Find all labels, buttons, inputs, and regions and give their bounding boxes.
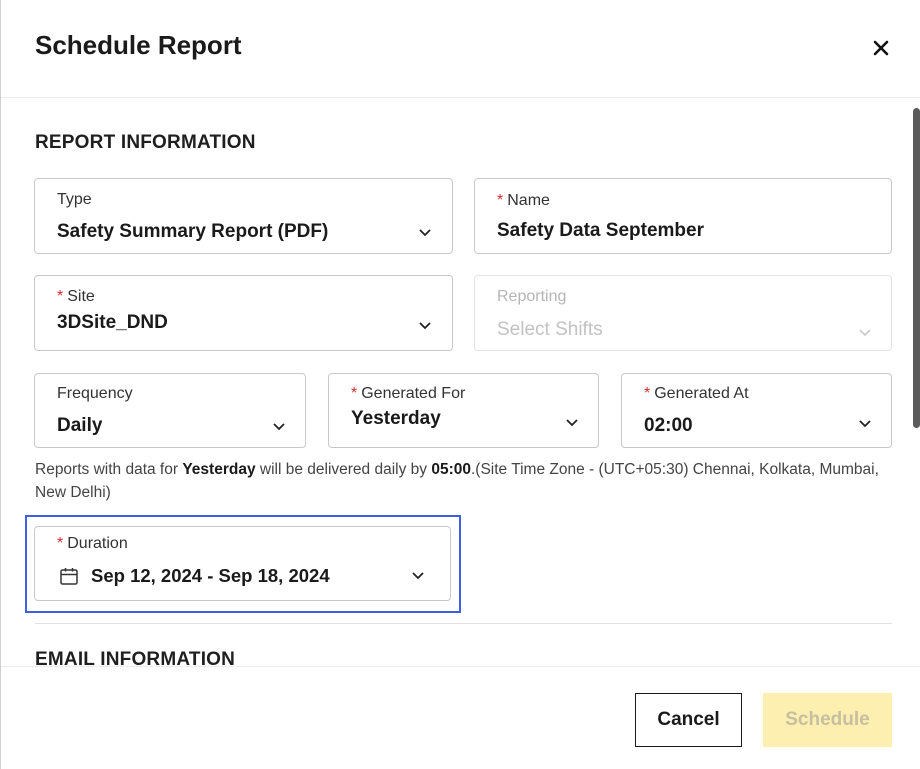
name-value[interactable]: Safety Data September <box>497 220 704 242</box>
site-value: 3DSite_DND <box>57 312 168 333</box>
duration-value: Sep 12, 2024 - Sep 18, 2024 <box>91 565 330 586</box>
generated-for-label: * Generated For <box>351 385 465 403</box>
type-select[interactable]: Type Safety Summary Report (PDF) <box>34 178 453 254</box>
generated-for-value: Yesterday <box>351 408 441 429</box>
required-marker: * <box>351 385 358 402</box>
required-marker: * <box>644 385 651 402</box>
type-label: Type <box>57 191 92 208</box>
generated-at-label: * Generated At <box>644 385 749 403</box>
cancel-button[interactable]: Cancel <box>635 693 742 747</box>
required-marker: * <box>57 535 64 552</box>
generated-for-label-text: Generated For <box>361 385 466 402</box>
frequency-value: Daily <box>57 415 103 436</box>
close-icon[interactable] <box>869 36 893 60</box>
site-select[interactable]: * Site 3DSite_DND <box>34 275 453 351</box>
scrollbar-thumb[interactable] <box>913 108 920 428</box>
frequency-label: Frequency <box>57 385 133 402</box>
site-label-text: Site <box>67 288 95 305</box>
required-marker: * <box>57 288 64 305</box>
frequency-select[interactable]: Frequency Daily <box>34 373 306 448</box>
schedule-button[interactable]: Schedule <box>763 693 892 747</box>
calendar-icon <box>60 568 78 585</box>
chevron-down-icon <box>566 419 578 427</box>
reporting-placeholder: Select Shifts <box>497 319 603 340</box>
chevron-down-icon <box>859 420 871 428</box>
generated-for-select[interactable]: * Generated For Yesterday <box>328 373 599 448</box>
dialog-title: Schedule Report <box>35 30 242 60</box>
chevron-down-icon <box>412 572 424 580</box>
section-divider <box>35 623 892 624</box>
name-label-text: Name <box>507 192 550 209</box>
generated-at-label-text: Generated At <box>654 385 749 402</box>
help-text-part: Reports with data for <box>35 461 183 478</box>
generated-at-select[interactable]: * Generated At 02:00 <box>621 373 892 448</box>
chevron-down-icon <box>859 329 871 337</box>
type-value: Safety Summary Report (PDF) <box>57 221 329 242</box>
required-marker: * <box>497 192 504 209</box>
duration-label-text: Duration <box>67 535 128 552</box>
delivery-help-text: Reports with data for Yesterday will be … <box>35 458 895 504</box>
dialog-footer: Cancel Schedule <box>1 666 920 769</box>
chevron-down-icon <box>419 322 431 330</box>
help-text-part: will be delivered daily by <box>255 461 432 478</box>
name-label: * Name <box>497 192 550 210</box>
chevron-down-icon <box>419 229 431 237</box>
dialog-header: Schedule Report <box>1 0 920 98</box>
reporting-select: Reporting Select Shifts <box>474 275 892 351</box>
name-field[interactable]: * Name Safety Data September <box>474 178 892 254</box>
site-label: * Site <box>57 288 95 306</box>
help-text-bold-time: 05:00 <box>431 461 471 478</box>
duration-label: * Duration <box>57 535 128 553</box>
schedule-report-dialog: Schedule Report REPORT INFORMATION Type … <box>0 0 920 769</box>
help-text-bold-day: Yesterday <box>182 461 256 478</box>
generated-at-value: 02:00 <box>644 415 693 436</box>
report-information-heading: REPORT INFORMATION <box>35 132 256 153</box>
reporting-label: Reporting <box>497 288 567 305</box>
duration-select[interactable]: * Duration Sep 12, 2024 - Sep 18, 2024 <box>34 526 451 601</box>
chevron-down-icon <box>273 423 285 431</box>
